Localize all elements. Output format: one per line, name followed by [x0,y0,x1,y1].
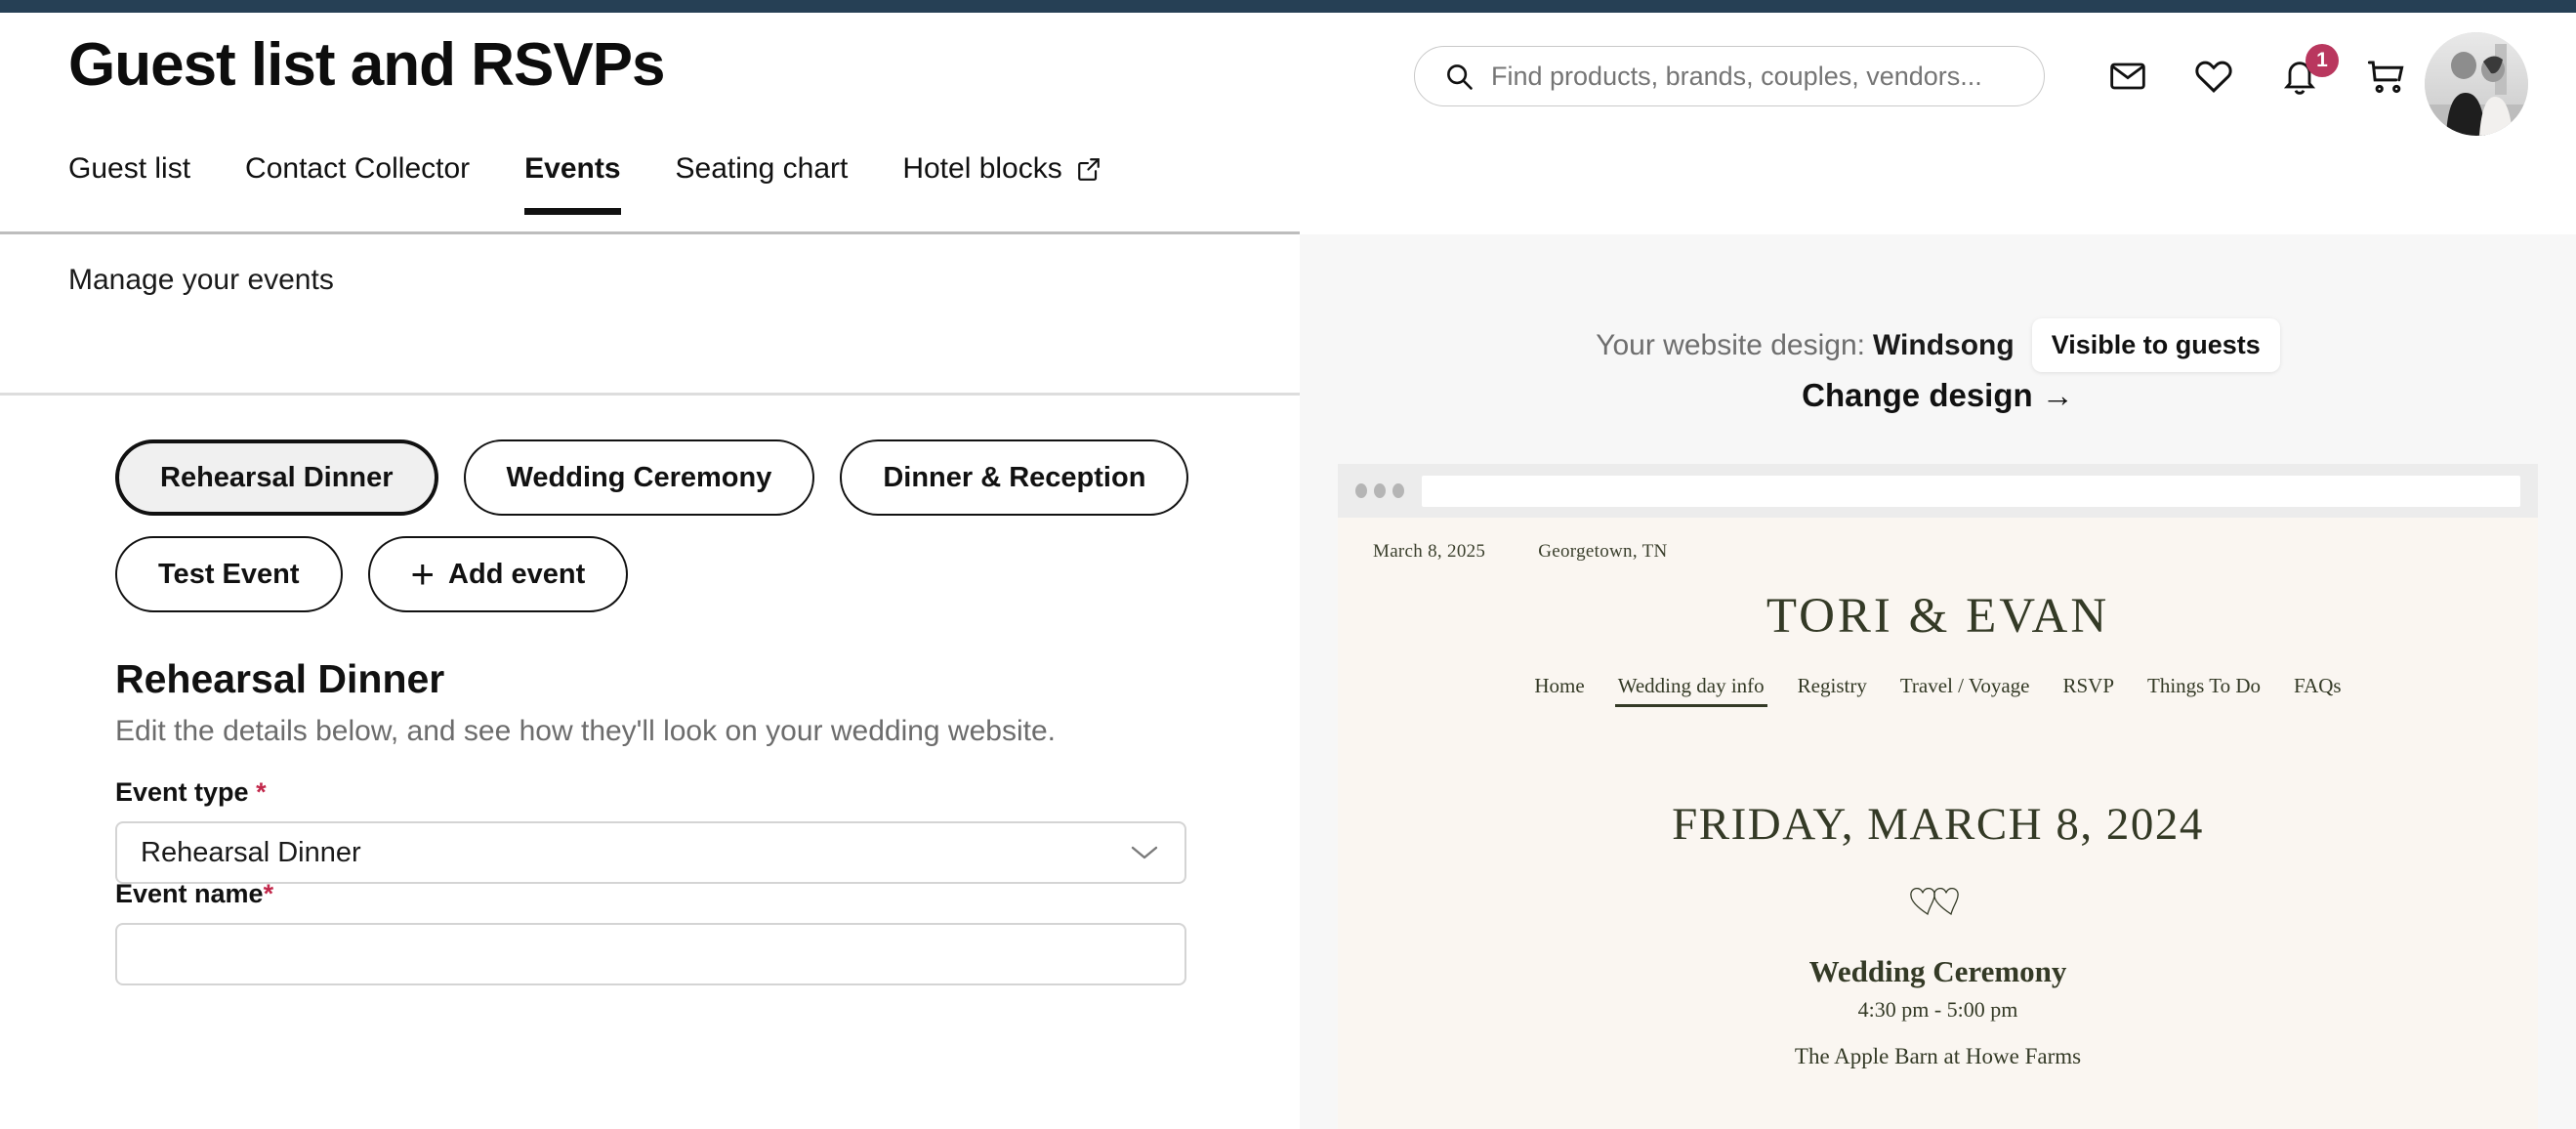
mail-icon[interactable] [2085,46,2171,106]
tab-list: Guest list Contact Collector Events Seat… [68,145,1156,215]
website-nav-rsvp[interactable]: RSVP [2046,674,2131,707]
website-location: Georgetown, TN [1538,541,1668,562]
add-event-label: Add event [448,558,586,590]
required-asterisk: * [263,879,274,908]
event-type-value: Rehearsal Dinner [141,836,361,868]
global-header: Guest list and RSVPs Find products, bran… [0,13,2576,145]
event-name-label-text: Event name [115,879,264,908]
search-placeholder-text: Find products, brands, couples, vendors.… [1491,61,1982,91]
website-nav-things-to-do[interactable]: Things To Do [2131,674,2277,707]
browser-url-bar [1422,475,2520,507]
required-asterisk: * [256,777,267,807]
tab-label: Contact Collector [245,152,471,185]
tab-guest-list[interactable]: Guest list [68,145,190,215]
event-type-label-text: Event type [115,777,249,807]
plus-icon: + [410,551,436,598]
search-icon [1444,62,1474,91]
visibility-badge: Visible to guests [2031,318,2280,372]
tab-label: Guest list [68,152,191,185]
window-dot [1392,483,1404,498]
event-pill-label: Rehearsal Dinner [160,461,394,493]
event-section-subtitle: Edit the details below, and see how they… [115,715,1056,747]
tab-contact-collector[interactable]: Contact Collector [245,145,470,215]
events-editor-panel: Manage your events Rehearsal Dinner Wedd… [0,234,1300,1129]
window-dot [1355,483,1367,498]
tab-label: Events [524,152,621,185]
heart-icon[interactable] [2171,46,2257,106]
event-pill-dinner-reception[interactable]: Dinner & Reception [840,439,1189,516]
bell-icon[interactable]: 1 [2257,44,2343,106]
chevron-down-icon [1130,844,1159,861]
tab-label: Seating chart [675,152,849,185]
website-event-time: 4:30 pm - 5:00 pm [1857,997,2018,1022]
website-nav-travel-voyage[interactable]: Travel / Voyage [1884,674,2047,707]
top-accent-bar [0,0,2576,13]
website-preview-panel: Your website design: Windsong Visible to… [1300,234,2576,1129]
design-summary: Your website design: Windsong Visible to… [1300,318,2576,372]
tab-label: Hotel blocks [902,152,1062,185]
website-date: March 8, 2025 [1373,541,1486,562]
header-icon-group: 1 [2085,44,2429,106]
event-name-field: Event name* [115,879,1186,985]
event-pill-label: Dinner & Reception [883,461,1146,493]
event-name-label: Event name* [115,879,1186,909]
website-nav-faqs[interactable]: FAQs [2277,674,2358,707]
website-nav: Home Wedding day info Registry Travel / … [1338,674,2538,707]
tab-seating-chart[interactable]: Seating chart [676,145,849,215]
event-name-input[interactable] [115,923,1186,985]
external-link-icon [1076,156,1101,182]
window-dots [1355,483,1404,498]
event-section-title: Rehearsal Dinner [115,656,445,701]
website-big-date: FRIDAY, MARCH 8, 2024 [1672,799,2204,850]
change-design-link[interactable]: Change design → [1300,377,2576,414]
double-hearts-icon [1338,888,2538,917]
cart-icon[interactable] [2343,46,2429,106]
search-input[interactable]: Find products, brands, couples, vendors.… [1414,46,2045,106]
manage-events-label: Manage your events [68,264,334,296]
website-preview-mockup[interactable]: March 8, 2025 Georgetown, TN TORI & EVAN… [1338,464,2538,1129]
event-pill-row: Rehearsal Dinner Wedding Ceremony Dinner… [115,439,1189,516]
add-event-button[interactable]: + Add event [367,536,629,612]
couple-names: TORI & EVAN [1766,589,2110,644]
tab-events[interactable]: Events [524,145,621,215]
website-event-name: Wedding Ceremony [1808,954,2067,988]
event-pill-label: Wedding Ceremony [506,461,772,493]
event-pill-row: Test Event + Add event [115,536,1189,612]
page-title: Guest list and RSVPs [68,31,666,99]
notification-badge: 1 [2306,44,2339,77]
event-pill-test-event[interactable]: Test Event [115,536,343,612]
section-tabs: Guest list Contact Collector Events Seat… [0,145,2576,234]
event-pill-label: Test Event [158,558,300,590]
tab-hotel-blocks[interactable]: Hotel blocks [902,145,1101,215]
event-type-label: Event type * [115,777,1186,808]
design-name: Windsong [1872,328,2015,361]
website-nav-registry[interactable]: Registry [1781,674,1884,707]
website-nav-wedding-day-info[interactable]: Wedding day info [1601,674,1781,707]
app-root: Guest list and RSVPs Find products, bran… [0,0,2576,1129]
window-dot [1374,483,1386,498]
event-type-field: Event type * Rehearsal Dinner [115,777,1186,884]
website-event-venue: The Apple Barn at Howe Farms [1794,1044,2082,1068]
website-meta-row: March 8, 2025 Georgetown, TN [1338,518,2538,563]
browser-chrome [1338,464,2538,518]
website-nav-home[interactable]: Home [1517,674,1600,707]
design-prefix-label: Your website design: [1596,328,1865,361]
event-pill-rehearsal-dinner[interactable]: Rehearsal Dinner [115,439,438,516]
avatar[interactable] [2425,32,2528,136]
event-pill-group: Rehearsal Dinner Wedding Ceremony Dinner… [115,439,1189,612]
section-divider [0,393,1300,396]
event-pill-wedding-ceremony[interactable]: Wedding Ceremony [463,439,815,516]
event-type-select[interactable]: Rehearsal Dinner [115,821,1186,884]
